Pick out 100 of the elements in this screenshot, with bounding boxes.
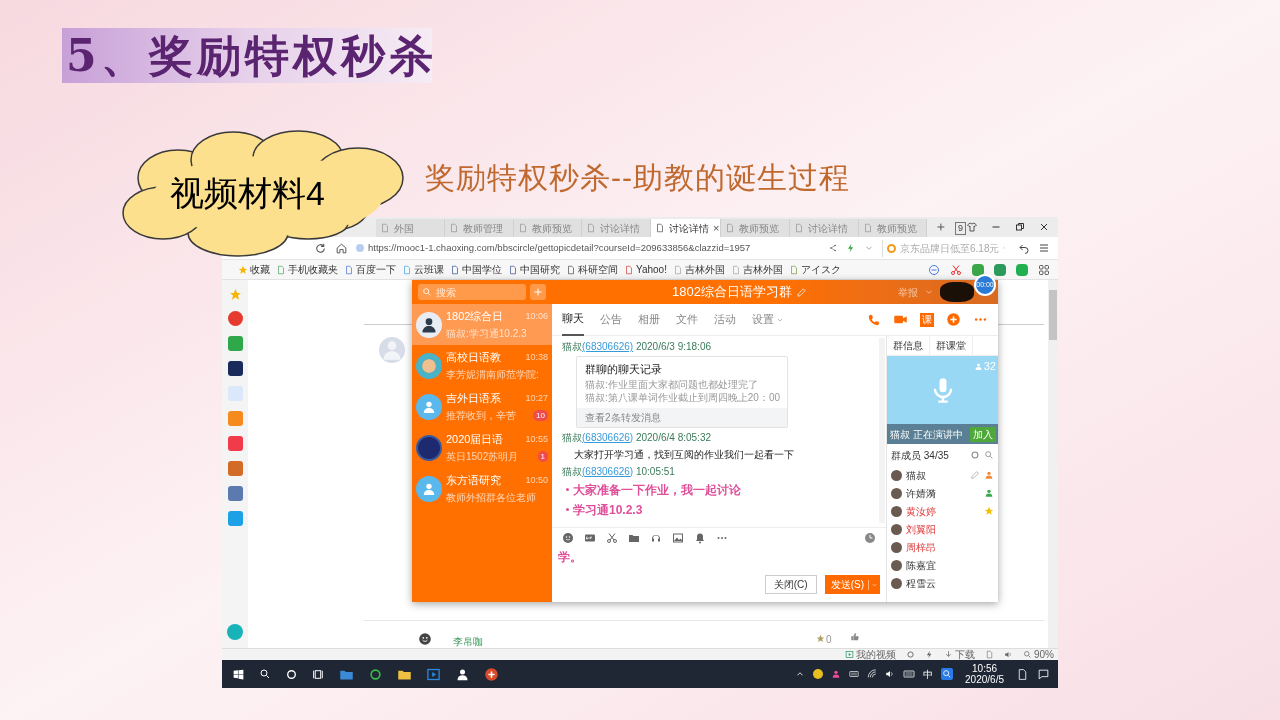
bookmark-item[interactable]: 科研空间 bbox=[566, 262, 618, 277]
chat-tab[interactable]: 活动 bbox=[714, 303, 736, 336]
message-input[interactable]: 学。 关闭(C) 发送(S) bbox=[552, 548, 886, 602]
forwarded-card[interactable]: 群聊的聊天记录 猫叔:作业里面大家都问题也都处理完了 猫叔:第八课单词作业截止到周四晚上20：00 查看2条转发消息 bbox=[576, 356, 788, 428]
thumb-icon[interactable] bbox=[850, 632, 860, 642]
status-icon[interactable] bbox=[906, 650, 915, 659]
member-item[interactable]: 猫叔 bbox=[887, 466, 998, 484]
home-icon[interactable] bbox=[335, 241, 348, 255]
folder-icon[interactable] bbox=[628, 532, 640, 544]
wifi-icon[interactable] bbox=[867, 669, 878, 679]
presentation-app-icon[interactable] bbox=[484, 666, 499, 682]
minus-circle-icon[interactable] bbox=[928, 263, 940, 276]
browser-tab[interactable]: 教师预览 bbox=[513, 219, 583, 237]
speaker-icon[interactable] bbox=[1004, 650, 1013, 659]
member-item[interactable]: 黄汝婷 bbox=[887, 502, 998, 520]
user-id-link[interactable]: (68306626) bbox=[582, 431, 634, 443]
action-center-icon[interactable] bbox=[1037, 667, 1050, 681]
download-button[interactable]: 下载 bbox=[944, 649, 975, 660]
new-tab-icon[interactable] bbox=[935, 221, 947, 233]
add-icon[interactable] bbox=[946, 312, 961, 327]
app-icon[interactable] bbox=[227, 361, 243, 376]
url-text[interactable]: https://mooc1-1.chaoxing.com/bbscircle/gettopicdetail?courseId=209633856&clazzid=1957 bbox=[368, 240, 751, 256]
browser-icon[interactable] bbox=[368, 666, 383, 682]
tray-icon[interactable] bbox=[941, 668, 954, 680]
browser-tab[interactable]: 教师预览 bbox=[721, 219, 790, 237]
undo-icon[interactable] bbox=[1018, 242, 1030, 254]
start-icon[interactable] bbox=[232, 667, 245, 681]
bookmark-item[interactable]: 中国学位 bbox=[450, 262, 502, 277]
player-icon[interactable] bbox=[426, 666, 441, 682]
grid-icon[interactable] bbox=[1038, 263, 1050, 276]
chat-tab[interactable]: 聊天 bbox=[562, 303, 584, 336]
bookmark-item[interactable]: 中国研究 bbox=[508, 262, 560, 277]
tray-icon[interactable] bbox=[831, 669, 842, 679]
browser-tab[interactable]: 讨论详情 bbox=[789, 219, 859, 237]
user-id-link[interactable]: (68306626) bbox=[582, 465, 634, 477]
bolt-icon[interactable] bbox=[846, 243, 856, 253]
chat-tab[interactable]: 文件 bbox=[676, 303, 698, 336]
member-item[interactable]: 陈嘉宜 bbox=[887, 556, 998, 574]
tab-count[interactable]: 9 bbox=[955, 222, 966, 235]
scrollbar-thumb[interactable] bbox=[1049, 290, 1057, 340]
my-videos-button[interactable]: 我的视频 bbox=[845, 649, 896, 660]
bookmark-item[interactable]: Yahoo! bbox=[624, 262, 667, 277]
notification-icon[interactable] bbox=[1016, 667, 1029, 681]
bookmark-item[interactable]: アイスク bbox=[788, 262, 841, 277]
panel-tab[interactable]: 群课堂 bbox=[930, 336, 973, 355]
search-icon[interactable] bbox=[259, 668, 271, 680]
star-icon[interactable] bbox=[228, 288, 242, 301]
browser-tab[interactable]: 讨论详情 × bbox=[651, 219, 721, 237]
send-button[interactable]: 发送(S) bbox=[824, 575, 880, 594]
share-icon[interactable] bbox=[828, 243, 838, 253]
scissors-icon[interactable] bbox=[950, 263, 962, 276]
browser-tab[interactable]: 外国 bbox=[376, 219, 445, 237]
bookmark-item[interactable]: 手机收藏夹 bbox=[276, 262, 338, 277]
bookmark-item[interactable]: 云班课 bbox=[402, 262, 444, 277]
member-item[interactable]: 程雪云 bbox=[887, 574, 998, 592]
phone-icon[interactable] bbox=[867, 312, 881, 327]
member-item[interactable]: 许婧漪 bbox=[887, 484, 998, 502]
image-icon[interactable] bbox=[672, 532, 684, 544]
close-icon[interactable] bbox=[1038, 221, 1050, 233]
bookmark-item[interactable]: 百度一下 bbox=[344, 262, 396, 277]
conversation-item[interactable]: 吉外日语系 10:27 推荐收到，辛苦 10 bbox=[412, 386, 552, 427]
restore-icon[interactable] bbox=[1014, 221, 1026, 233]
close-button[interactable]: 关闭(C) bbox=[764, 575, 817, 594]
bookmark-item[interactable]: 吉林外国 bbox=[730, 262, 783, 277]
bell-icon[interactable] bbox=[694, 532, 706, 544]
headphones-icon[interactable] bbox=[650, 532, 662, 544]
user-id-link[interactable]: (68306626) bbox=[582, 341, 634, 352]
tray-icon[interactable] bbox=[813, 669, 824, 679]
tab-close-button[interactable]: × bbox=[713, 219, 720, 237]
author-name[interactable]: 李帛咖 bbox=[453, 634, 483, 649]
chat-tab[interactable]: 公告 bbox=[600, 303, 622, 336]
clock-date[interactable]: 2020/6/5 bbox=[965, 674, 1004, 685]
bookmark-item[interactable]: 吉林外国 bbox=[672, 262, 725, 277]
clock-time[interactable]: 10:56 bbox=[972, 663, 998, 674]
emoji-icon[interactable] bbox=[562, 532, 574, 544]
reload-icon[interactable] bbox=[314, 241, 327, 255]
clock-icon[interactable] bbox=[864, 532, 876, 544]
panel-tab[interactable]: 群信息 bbox=[887, 336, 930, 355]
lesson-button[interactable]: 课 bbox=[920, 312, 934, 327]
conversation-item[interactable]: 2020届日语 10:55 英日1502苏明月 1 bbox=[412, 427, 552, 468]
battery-icon[interactable] bbox=[849, 669, 860, 679]
keyboard-icon[interactable] bbox=[903, 668, 916, 680]
chat-tab[interactable]: 相册 bbox=[638, 303, 660, 336]
volume-icon[interactable] bbox=[885, 669, 896, 679]
member-item[interactable]: 周梓昂 bbox=[887, 538, 998, 556]
member-item[interactable]: 刘翼阳 bbox=[887, 520, 998, 538]
cortana-icon[interactable] bbox=[285, 667, 298, 681]
member-settings-icon[interactable] bbox=[970, 450, 980, 460]
join-button[interactable]: 加入 bbox=[970, 426, 996, 442]
task-view-icon[interactable] bbox=[312, 667, 325, 681]
zoom-button[interactable]: 90% bbox=[1023, 649, 1054, 660]
browser-tab[interactable]: 教师管理 bbox=[444, 219, 514, 237]
skin-icon[interactable] bbox=[966, 221, 978, 233]
bookmark-item[interactable]: 收藏 bbox=[238, 262, 270, 277]
gif-icon[interactable] bbox=[584, 532, 596, 544]
menu-icon[interactable] bbox=[1038, 242, 1050, 254]
browser-tab[interactable]: 讨论详情 bbox=[582, 219, 651, 237]
browser-tab[interactable]: 教师预览 bbox=[858, 219, 928, 237]
chat-tab[interactable]: 设置 bbox=[752, 303, 784, 336]
input-method-indicator[interactable]: 中 bbox=[923, 666, 934, 682]
